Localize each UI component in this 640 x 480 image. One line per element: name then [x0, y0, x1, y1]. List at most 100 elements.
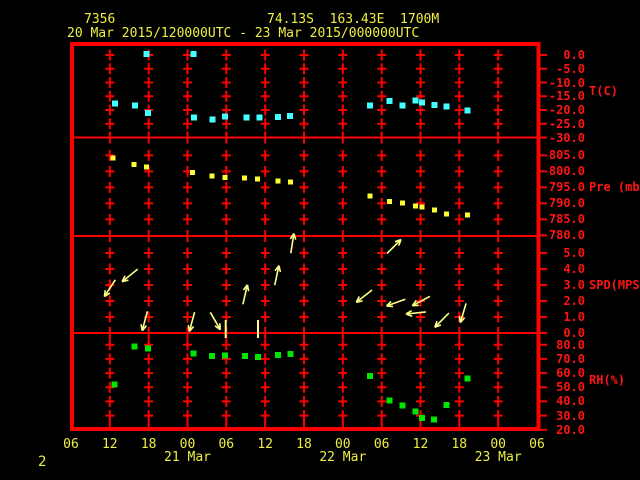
- pressure-point: [367, 193, 373, 199]
- pressure-point: [419, 204, 425, 210]
- temperature-point: [386, 97, 393, 104]
- temperature-point: [256, 114, 263, 121]
- page-number: 2: [38, 454, 47, 470]
- wind-arrow: [405, 310, 426, 317]
- temperature-point: [145, 109, 151, 116]
- humidity-point: [367, 372, 373, 379]
- temperature-point: [243, 114, 250, 121]
- pressure-point: [131, 162, 137, 168]
- temperature-point: [443, 103, 450, 110]
- temperature-point: [399, 102, 406, 109]
- y-tick-label-temperature: -30.0: [548, 130, 585, 145]
- y-tick-label-temperature: -15.0: [548, 89, 585, 104]
- x-hour-label: 06: [373, 437, 390, 452]
- y-axis-unit-pressure: Pre (mb): [589, 180, 640, 195]
- header-time-range: 20 Mar 2015/120000UTC - 23 Mar 2015/0000…: [67, 26, 420, 41]
- grid-plus-marks: [105, 49, 503, 428]
- temperature-point: [464, 107, 471, 114]
- humidity-point: [255, 353, 261, 360]
- y-tick-label-temperature: 0.0: [563, 48, 585, 62]
- y-tick-label-humidity: 50.0: [556, 380, 585, 395]
- y-tick-label-temperature: -10.0: [548, 75, 585, 90]
- y-tick-label-humidity: 20.0: [556, 422, 585, 437]
- pressure-point: [412, 203, 418, 209]
- y-axis-unit-humidity: RH(%): [589, 373, 626, 388]
- station-id: 7356: [84, 12, 116, 27]
- pressure-point: [242, 175, 247, 181]
- wind-arrow: [242, 284, 250, 305]
- y-tick-label-wind: 3.0: [563, 278, 585, 292]
- temperature-point: [275, 113, 282, 120]
- y-tick-label-humidity: 60.0: [556, 366, 585, 381]
- temperature-point: [286, 113, 293, 119]
- pressure-point: [443, 211, 449, 217]
- pressure-point: [399, 200, 405, 206]
- pressure-point: [386, 199, 392, 204]
- y-tick-label-humidity: 40.0: [556, 394, 585, 409]
- temperature-point: [112, 100, 118, 107]
- wind-arrow: [355, 289, 373, 304]
- humidity-point: [275, 352, 282, 359]
- y-tick-label-wind: 2.0: [563, 294, 585, 308]
- wind-arrow: [289, 233, 297, 254]
- wind-arrow: [458, 303, 467, 324]
- x-hour-label: 12: [412, 437, 429, 452]
- y-tick-label-pressure: 805.0: [548, 148, 585, 163]
- x-hour-label: 18: [140, 437, 157, 452]
- y-tick-label-pressure: 785.0: [548, 212, 585, 227]
- meteogram-screen: 7356 74.13S 163.43E 1700M 20 Mar 2015/12…: [0, 0, 640, 480]
- pressure-point: [465, 212, 471, 218]
- y-tick-label-temperature: -20.0: [548, 103, 585, 117]
- y-tick-label-pressure: 800.0: [548, 164, 585, 179]
- humidity-point: [209, 352, 216, 359]
- pressure-point: [209, 173, 215, 179]
- y-axis-unit-temperature: T(C): [589, 84, 618, 98]
- humidity-point: [464, 375, 471, 382]
- y-tick-label-pressure: 790.0: [548, 196, 585, 211]
- humidity-point: [386, 397, 393, 404]
- y-tick-label-pressure: 780.0: [548, 228, 585, 243]
- temperature-point: [209, 116, 216, 123]
- x-hour-label: 12: [101, 437, 118, 452]
- y-tick-label-wind: 5.0: [563, 246, 585, 260]
- humidity-point: [131, 343, 138, 350]
- x-date-label: 23 Mar: [474, 450, 522, 465]
- humidity-point: [242, 353, 249, 360]
- temperature-point: [367, 102, 373, 109]
- temperature-point: [143, 50, 150, 57]
- temperature-point: [132, 102, 139, 109]
- humidity-point: [399, 402, 406, 409]
- humidity-point: [287, 351, 294, 358]
- y-tick-label-temperature: -5.0: [556, 61, 585, 76]
- y-tick-label-pressure: 795.0: [548, 180, 585, 195]
- y-tick-label-humidity: 30.0: [556, 408, 585, 423]
- x-hour-label: 18: [296, 437, 312, 452]
- pressure-point: [144, 164, 150, 170]
- temperature-point: [412, 97, 419, 104]
- station-location: 74.13S 163.43E 1700M: [267, 12, 440, 27]
- pressure-point: [222, 175, 228, 180]
- wind-arrow: [209, 311, 222, 331]
- y-tick-label-wind: 1.0: [563, 310, 585, 324]
- x-date-label: 21 Mar: [164, 450, 211, 465]
- x-date-label: 22 Mar: [319, 450, 367, 465]
- humidity-point: [418, 415, 425, 421]
- wind-arrow: [386, 238, 402, 255]
- x-hour-label: 06: [529, 437, 545, 452]
- pressure-point: [287, 179, 293, 185]
- humidity-point: [431, 416, 438, 423]
- y-tick-label-temperature: -25.0: [548, 116, 585, 131]
- wind-arrow: [140, 311, 149, 332]
- wind-arrow: [187, 311, 196, 333]
- temperature-point: [190, 50, 197, 57]
- x-hour-label: 06: [63, 437, 79, 452]
- y-tick-label-humidity: 70.0: [556, 351, 585, 366]
- wind-arrow: [121, 268, 139, 283]
- humidity-point: [190, 350, 197, 357]
- humidity-point: [111, 381, 118, 388]
- humidity-point: [412, 408, 419, 415]
- wind-arrow: [273, 265, 282, 286]
- y-tick-label-humidity: 80.0: [556, 337, 585, 352]
- wind-arrow: [385, 298, 406, 308]
- x-hour-label: 06: [218, 437, 235, 452]
